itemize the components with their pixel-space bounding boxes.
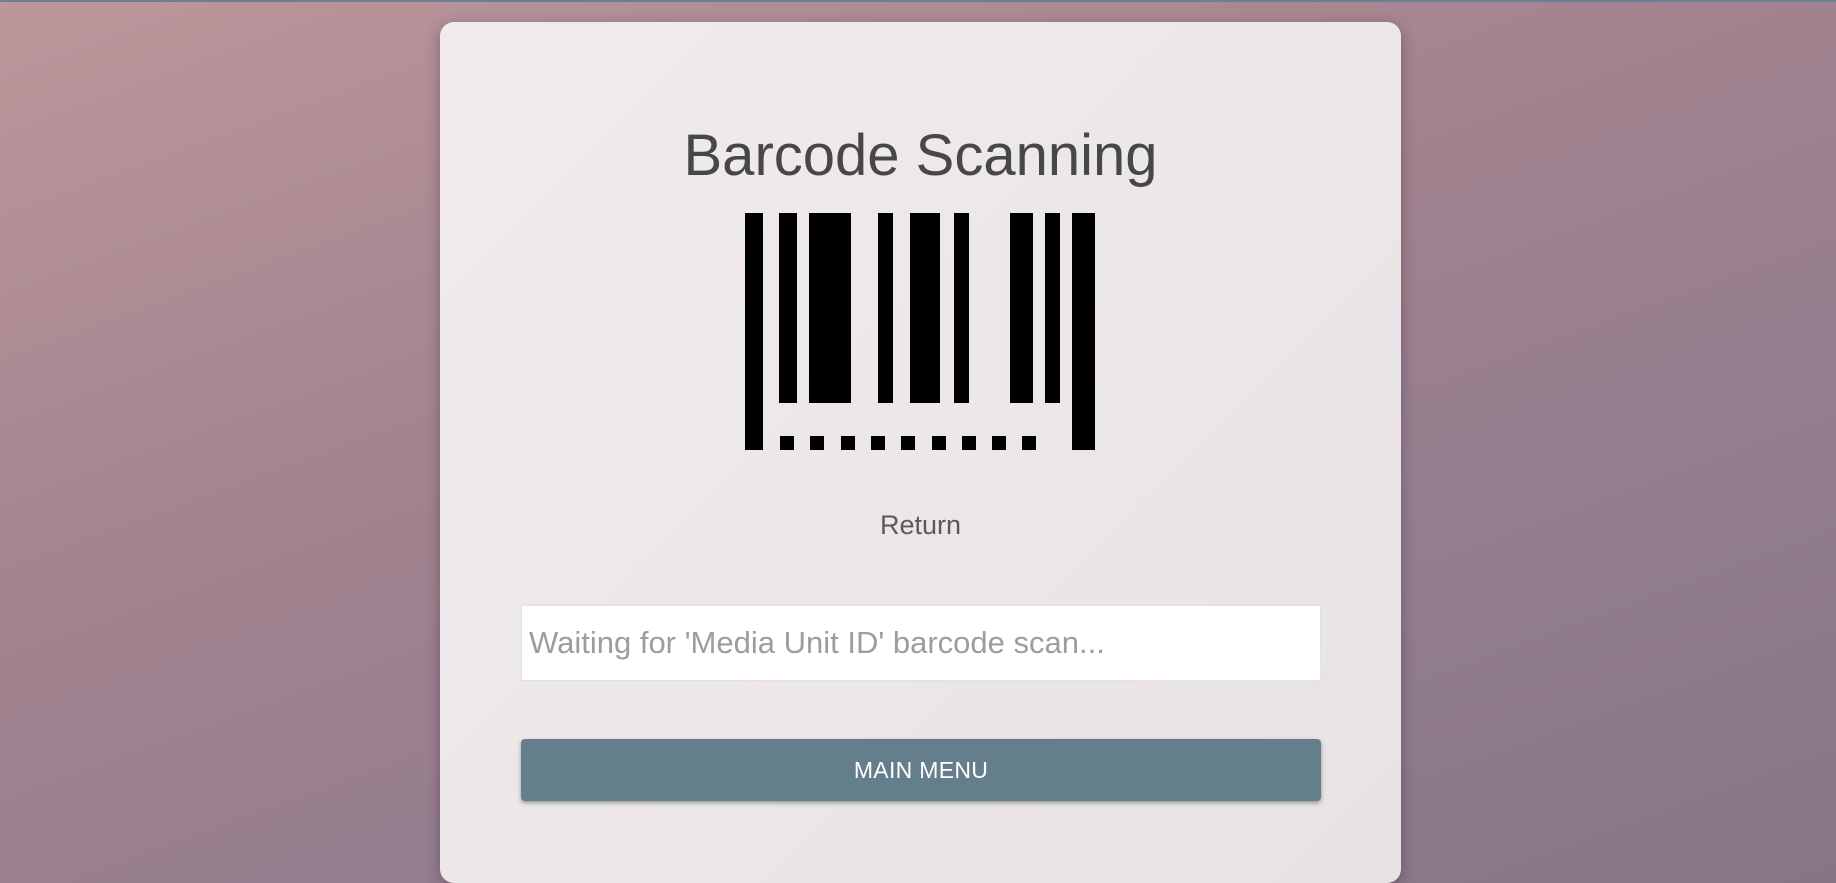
page-title: Barcode Scanning [683, 123, 1158, 188]
media-unit-id-input[interactable] [521, 605, 1321, 681]
scan-mode-label: Return [879, 510, 962, 540]
scan-card: Barcode Scanning Return Waiting for 'Med… [440, 22, 1401, 883]
window-top-border [0, 0, 1836, 2]
main-menu-button[interactable]: MAIN MENU [521, 739, 1321, 801]
barcode-icon [745, 213, 1095, 450]
